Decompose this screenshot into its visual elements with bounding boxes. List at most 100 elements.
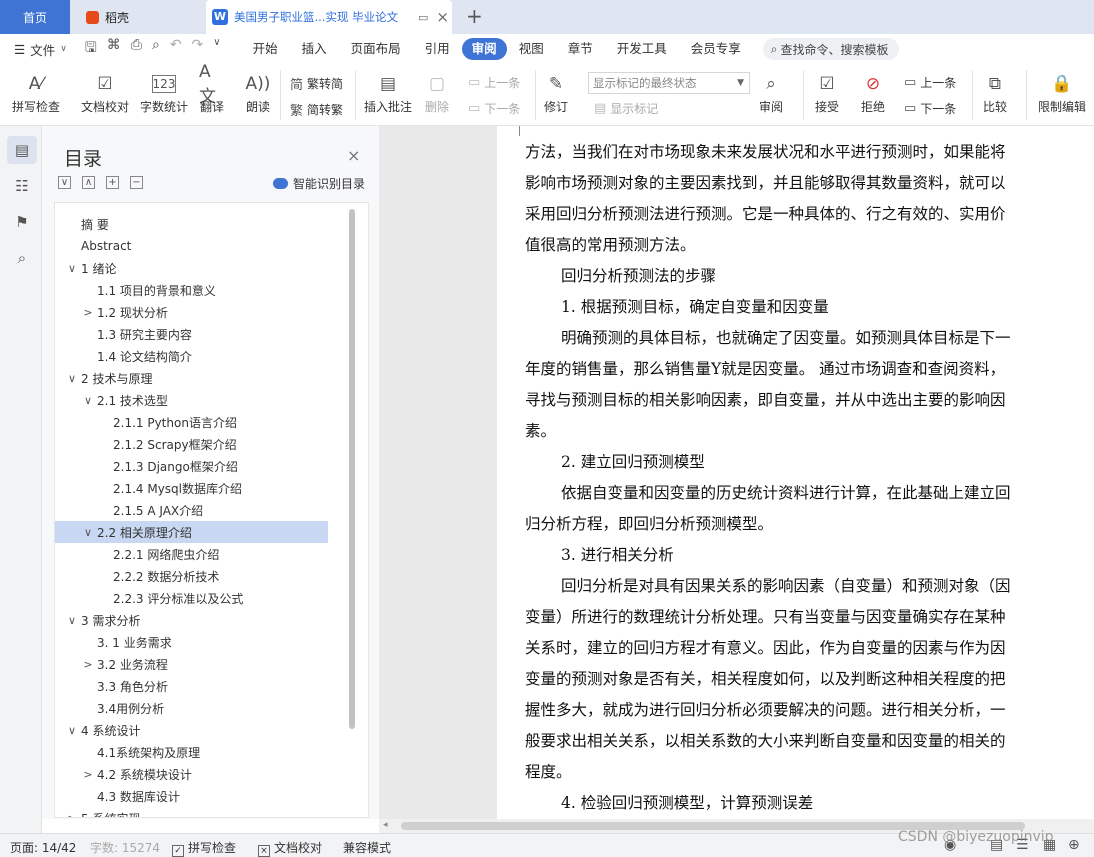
toc-item[interactable]: 3.4用例分析 xyxy=(55,697,164,719)
toc-item[interactable]: 2.2.2 数据分析技术 xyxy=(55,565,219,587)
word-count-indicator[interactable]: 字数: 15274 xyxy=(90,839,160,856)
chevron-right-icon[interactable]: > xyxy=(81,658,95,671)
tab-chapter[interactable]: 章节 xyxy=(556,38,605,60)
prev-change-button[interactable]: ▭ 上一条 xyxy=(904,74,956,91)
remove-heading-icon[interactable]: − xyxy=(130,176,143,189)
toc-item[interactable]: ∨ 2 技术与原理 xyxy=(55,367,152,389)
toc-item[interactable]: 2.1.1 Python语言介绍 xyxy=(55,411,237,433)
tab-daoke[interactable]: 稻壳 xyxy=(72,0,200,34)
next-change-button[interactable]: ▭ 下一条 xyxy=(904,100,956,117)
chevron-right-icon[interactable]: > xyxy=(81,306,95,319)
revise-button[interactable]: ✎ 修订 xyxy=(543,70,569,115)
chevron-down-icon[interactable]: ∨ xyxy=(81,394,95,407)
show-marks-button[interactable]: ▤ 显示标记 xyxy=(594,100,658,117)
review-pane-button[interactable]: ⌕ 审阅 xyxy=(758,70,784,115)
toc-item[interactable]: 2.2.3 评分标准以及公式 xyxy=(55,587,243,609)
redo-icon[interactable]: ↷ xyxy=(192,37,204,61)
toc-item[interactable]: 4.1系统架构及原理 xyxy=(55,741,200,763)
toc-item[interactable]: ∨ 2.1 技术选型 xyxy=(55,389,168,411)
close-icon[interactable]: × xyxy=(347,146,360,165)
ai-toc-button[interactable]: 智能识别目录 xyxy=(273,175,365,192)
chevron-right-icon[interactable]: > xyxy=(65,812,79,818)
toc-item[interactable]: ∨ 2.2 相关原理介绍 xyxy=(55,521,328,543)
more-icon[interactable]: ∨ xyxy=(213,37,220,61)
toc-item[interactable]: 2.1.4 Mysql数据库介绍 xyxy=(55,477,242,499)
monitor-icon[interactable]: ▭ xyxy=(418,11,428,24)
translate-button[interactable]: A文 翻译 xyxy=(199,62,225,115)
to-simplified-button[interactable]: 繁 简转繁 xyxy=(290,100,343,119)
tab-developer[interactable]: 开发工具 xyxy=(605,38,679,60)
tab-home[interactable]: 首页 xyxy=(0,0,70,34)
toc-item[interactable]: 3.3 角色分析 xyxy=(55,675,168,697)
toc-item[interactable]: ∨ 1 绪论 xyxy=(55,257,116,279)
close-tab-icon[interactable]: × xyxy=(436,8,449,26)
format-painter-icon[interactable]: ⌘ xyxy=(107,37,121,61)
toc-item[interactable]: Abstract xyxy=(55,235,131,257)
document-page[interactable]: 方法，当我们在对市场现象未来发展状况和水平进行预测时，如果能将 影响市场预测对象的… xyxy=(497,126,1094,819)
delete-comment-button[interactable]: ▢ 删除 xyxy=(424,70,450,115)
toc-item[interactable]: 摘 要 xyxy=(55,213,109,235)
tab-member[interactable]: 会员专享 xyxy=(679,38,753,60)
accept-button[interactable]: ☑ 接受 xyxy=(814,70,840,115)
toc-item[interactable]: 2.1.3 Django框架介绍 xyxy=(55,455,238,477)
doc-proof-toggle[interactable]: × 文档校对 xyxy=(258,839,322,857)
toc-scrollbar[interactable] xyxy=(349,209,355,729)
chevron-down-icon[interactable]: ∨ xyxy=(65,614,79,627)
toc-item[interactable]: 2.1.2 Scrapy框架介绍 xyxy=(55,433,237,455)
word-count-button[interactable]: 123 字数统计 xyxy=(140,70,188,115)
toc-item[interactable]: 2.2.1 网络爬虫介绍 xyxy=(55,543,219,565)
print-preview-icon[interactable]: ⌕ xyxy=(152,37,160,61)
toc-item[interactable]: >4.2 系统模块设计 xyxy=(55,763,192,785)
file-menu[interactable]: ☰ 文件 ∨ xyxy=(14,40,67,59)
toc-item[interactable]: 1.1 项目的背景和意义 xyxy=(55,279,216,301)
toc-item[interactable]: 1.3 研究主要内容 xyxy=(55,323,192,345)
scroll-left-icon[interactable]: ◂ xyxy=(383,820,388,830)
outline-icon[interactable]: ☷ xyxy=(7,172,37,200)
tab-insert[interactable]: 插入 xyxy=(290,38,339,60)
tab-start[interactable]: 开始 xyxy=(241,38,290,60)
search-panel-icon[interactable]: ⌕ xyxy=(7,244,37,272)
mark-mode-select[interactable]: 显示标记的最终状态 ▼ xyxy=(588,72,750,94)
compare-button[interactable]: ⧉ 比较 xyxy=(982,70,1008,115)
insert-comment-button[interactable]: ▤ 插入批注 xyxy=(364,70,412,115)
toc-item[interactable]: 3. 1 业务需求 xyxy=(55,631,172,653)
globe-icon[interactable]: ⊕ xyxy=(1068,837,1080,853)
tab-review[interactable]: 审阅 xyxy=(461,38,507,60)
chevron-down-icon[interactable]: ∨ xyxy=(81,526,95,539)
save-icon[interactable]: 🖫 xyxy=(85,37,97,61)
page-indicator[interactable]: 页面: 14/42 xyxy=(10,839,76,856)
toc-item[interactable]: >3.2 业务流程 xyxy=(55,653,168,675)
toc-item[interactable]: ∨ 4 系统设计 xyxy=(55,719,140,741)
print-icon[interactable]: ⎙ xyxy=(131,37,142,61)
to-traditional-button[interactable]: 简 繁转简 xyxy=(290,74,343,93)
next-comment-button[interactable]: ▭ 下一条 xyxy=(468,100,520,117)
chevron-down-icon[interactable]: ∨ xyxy=(65,724,79,737)
bookmark-icon[interactable]: ⚑ xyxy=(7,208,37,236)
chevron-right-icon[interactable]: > xyxy=(81,768,95,781)
new-tab-icon[interactable]: + xyxy=(466,4,483,28)
chevron-down-icon[interactable]: ∨ xyxy=(65,262,79,275)
tab-view[interactable]: 视图 xyxy=(507,38,556,60)
reject-button[interactable]: ⊘ 拒绝 xyxy=(860,70,886,115)
chevron-down-icon[interactable]: ∨ xyxy=(65,372,79,385)
command-search[interactable]: ⌕ 查找命令、搜索模板 xyxy=(762,38,899,60)
toc-item[interactable]: >1.2 现状分析 xyxy=(55,301,168,323)
collapse-all-icon[interactable]: ∨ xyxy=(58,176,71,189)
toc-item[interactable]: 4.3 数据库设计 xyxy=(55,785,180,807)
undo-icon[interactable]: ↶ xyxy=(170,37,182,61)
read-aloud-button[interactable]: A)) 朗读 xyxy=(245,70,271,115)
tab-document[interactable]: W 美国男子职业篮...实现 毕业论文 ▭ × xyxy=(206,0,452,34)
expand-up-icon[interactable]: ∧ xyxy=(82,176,95,189)
tab-page-layout[interactable]: 页面布局 xyxy=(339,38,413,60)
doc-proof-button[interactable]: ☑ 文档校对 xyxy=(81,70,129,115)
toc-item[interactable]: 1.4 论文结构简介 xyxy=(55,345,192,367)
add-heading-icon[interactable]: + xyxy=(106,176,119,189)
spell-check-button[interactable]: A⁄ 拼写检查 xyxy=(12,70,60,115)
toc-item[interactable]: ∨ 3 需求分析 xyxy=(55,609,140,631)
prev-comment-button[interactable]: ▭ 上一条 xyxy=(468,74,520,91)
tab-references[interactable]: 引用 xyxy=(413,38,462,60)
toc-panel-icon[interactable]: ▤ xyxy=(7,136,37,164)
toc-item[interactable]: 2.1.5 A JAX介绍 xyxy=(55,499,203,521)
spell-check-toggle[interactable]: ✓ 拼写检查 xyxy=(172,839,236,857)
restrict-edit-button[interactable]: 🔒 限制编辑 xyxy=(1038,70,1086,115)
